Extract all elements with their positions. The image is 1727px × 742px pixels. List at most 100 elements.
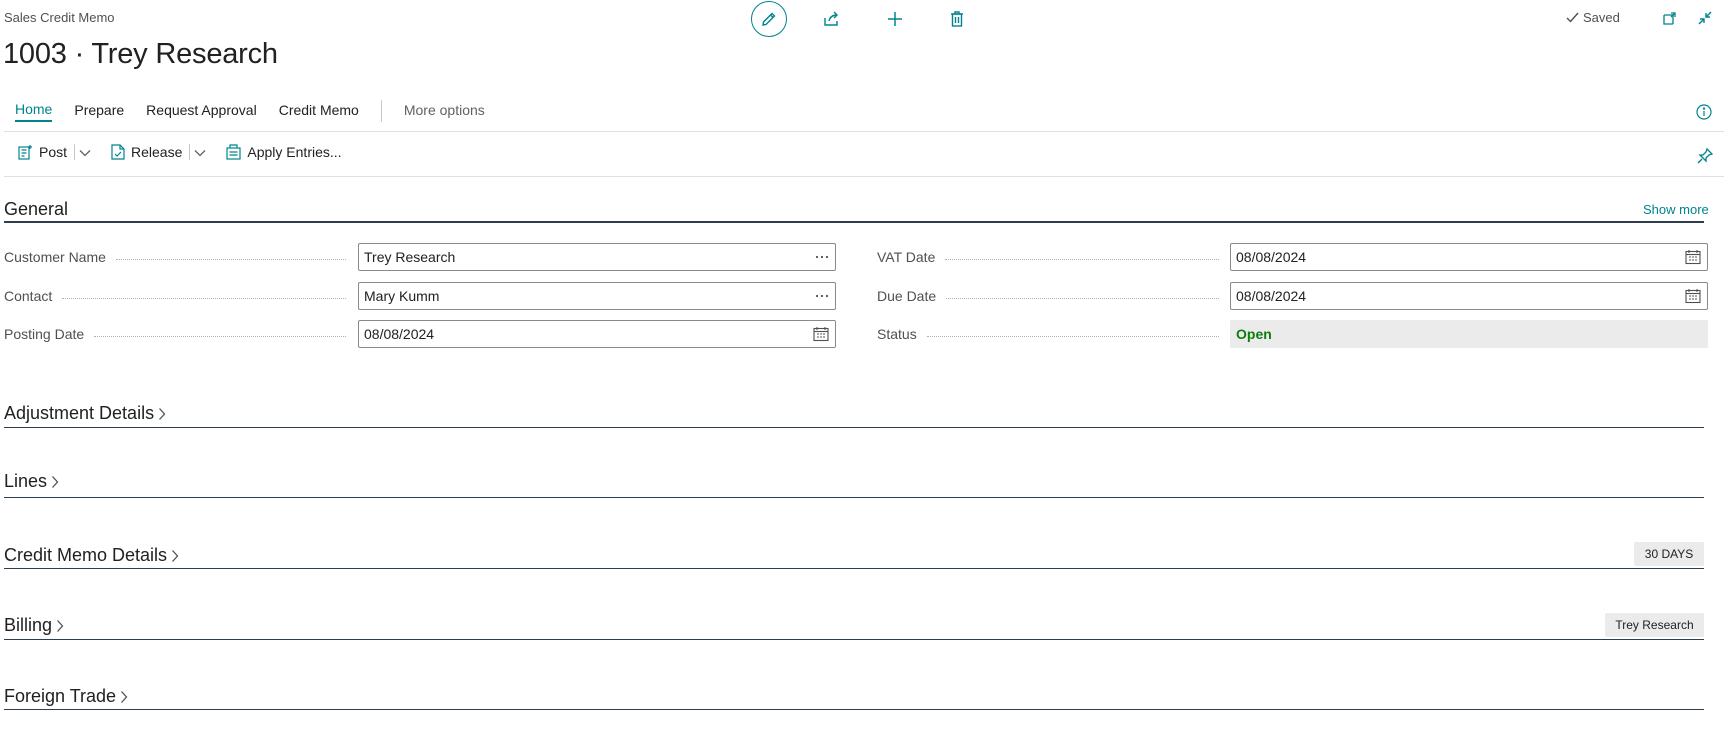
- lines-section-header[interactable]: Lines: [4, 471, 59, 492]
- general-section-title[interactable]: General: [4, 199, 68, 220]
- action-bar: Post Release Apply Entries...: [18, 144, 342, 160]
- release-label: Release: [131, 144, 183, 160]
- popout-icon: [1663, 12, 1676, 25]
- plus-icon: [888, 12, 902, 26]
- tab-request-approval[interactable]: Request Approval: [146, 102, 257, 121]
- info-icon: [1696, 104, 1712, 120]
- lookup-button[interactable]: [815, 248, 829, 266]
- posting-date-value: 08/08/2024: [364, 326, 435, 342]
- adjustment-details-title: Adjustment Details: [4, 403, 155, 423]
- adjustment-details-section-header[interactable]: Adjustment Details: [4, 403, 166, 424]
- chevron-down-icon: [194, 150, 206, 157]
- customer-name-field[interactable]: Trey Research: [358, 243, 836, 271]
- share-button[interactable]: [818, 6, 844, 32]
- vat-date-field[interactable]: 08/08/2024: [1230, 243, 1708, 271]
- post-icon: [18, 145, 32, 160]
- post-split-divider: [74, 144, 76, 160]
- apply-entries-label: Apply Entries...: [247, 144, 342, 160]
- tabs-divider: [4, 131, 1724, 132]
- checkmark-icon: [1566, 12, 1579, 23]
- calendar-icon: [813, 327, 829, 342]
- page-title: 1003 · Trey Research: [3, 38, 278, 70]
- chevron-right-icon: [172, 549, 179, 562]
- calendar-icon: [1685, 250, 1701, 265]
- customer-name-label: Customer Name: [4, 249, 106, 265]
- status-label: Status: [877, 326, 917, 342]
- release-button[interactable]: Release: [111, 144, 182, 160]
- tab-divider: [380, 100, 382, 122]
- tab-prepare[interactable]: Prepare: [74, 102, 124, 121]
- release-icon: [111, 144, 125, 160]
- show-more-link[interactable]: Show more: [1643, 202, 1709, 217]
- foreign-trade-section-header[interactable]: Foreign Trade: [4, 686, 128, 707]
- lookup-button[interactable]: [815, 287, 829, 305]
- open-new-window-button[interactable]: [1659, 7, 1681, 29]
- action-bar-divider: [4, 176, 1724, 177]
- date-picker-button[interactable]: [1685, 287, 1701, 305]
- new-button[interactable]: [882, 6, 908, 32]
- date-picker-button[interactable]: [1685, 248, 1701, 266]
- leader-dots: [94, 335, 346, 337]
- info-button[interactable]: [1695, 103, 1713, 121]
- vat-date-value: 08/08/2024: [1236, 249, 1307, 265]
- calendar-icon: [1685, 289, 1701, 304]
- lines-title: Lines: [4, 471, 48, 491]
- share-icon: [824, 11, 838, 26]
- ellipsis-icon: [815, 294, 829, 298]
- contact-row: Contact: [4, 282, 354, 310]
- posting-date-row: Posting Date: [4, 320, 354, 348]
- general-section-rule: [4, 221, 1704, 223]
- status-row: Status: [877, 320, 1227, 348]
- release-dropdown-button[interactable]: [194, 144, 206, 160]
- contact-label: Contact: [4, 288, 53, 304]
- tab-more-options[interactable]: More options: [404, 102, 485, 121]
- due-date-label: Due Date: [877, 288, 937, 304]
- ellipsis-icon: [815, 255, 829, 259]
- pin-icon: [1697, 148, 1713, 164]
- release-split-divider: [189, 144, 191, 160]
- credit-memo-details-section-header[interactable]: Credit Memo Details: [4, 545, 179, 566]
- leader-dots: [946, 297, 1219, 299]
- due-date-value: 08/08/2024: [1236, 288, 1307, 304]
- chevron-right-icon: [52, 475, 59, 488]
- credit-memo-details-title: Credit Memo Details: [4, 545, 168, 565]
- apply-entries-button[interactable]: Apply Entries...: [226, 144, 342, 160]
- chevron-right-icon: [121, 690, 128, 703]
- trash-icon: [951, 11, 963, 27]
- due-date-row: Due Date: [877, 282, 1227, 310]
- page-caption: Sales Credit Memo: [4, 10, 115, 25]
- billing-section-header[interactable]: Billing: [4, 615, 64, 636]
- leader-dots: [115, 258, 346, 260]
- lines-rule: [4, 497, 1704, 498]
- contact-field[interactable]: Mary Kumm: [358, 282, 836, 310]
- billing-customer-badge: Trey Research: [1605, 613, 1704, 637]
- post-dropdown-button[interactable]: [79, 144, 91, 160]
- post-button[interactable]: Post: [18, 144, 67, 160]
- vat-date-label: VAT Date: [877, 249, 936, 265]
- adjustment-details-rule: [4, 427, 1704, 428]
- saved-indicator: Saved: [1566, 10, 1620, 25]
- collapse-button[interactable]: [1694, 7, 1716, 29]
- customer-name-row: Customer Name: [4, 243, 354, 271]
- billing-title: Billing: [4, 615, 53, 635]
- contact-value: Mary Kumm: [364, 288, 440, 304]
- pencil-icon: [762, 12, 776, 26]
- leader-dots: [945, 258, 1219, 260]
- pin-action-bar-button[interactable]: [1695, 146, 1715, 166]
- leader-dots: [926, 335, 1219, 337]
- edit-button[interactable]: [751, 1, 787, 37]
- chevron-right-icon: [57, 619, 64, 632]
- posting-date-field[interactable]: 08/08/2024: [358, 320, 836, 348]
- saved-label: Saved: [1583, 10, 1620, 25]
- payment-terms-badge: 30 DAYS: [1634, 542, 1704, 566]
- date-picker-button[interactable]: [813, 325, 829, 343]
- tab-home[interactable]: Home: [15, 101, 53, 122]
- due-date-field[interactable]: 08/08/2024: [1230, 282, 1708, 310]
- leader-dots: [62, 297, 346, 299]
- tab-credit-memo[interactable]: Credit Memo: [279, 102, 359, 121]
- delete-button[interactable]: [944, 6, 970, 32]
- chevron-down-icon: [79, 150, 91, 157]
- collapse-icon: [1698, 11, 1712, 25]
- chevron-right-icon: [159, 407, 166, 420]
- foreign-trade-title: Foreign Trade: [4, 686, 117, 706]
